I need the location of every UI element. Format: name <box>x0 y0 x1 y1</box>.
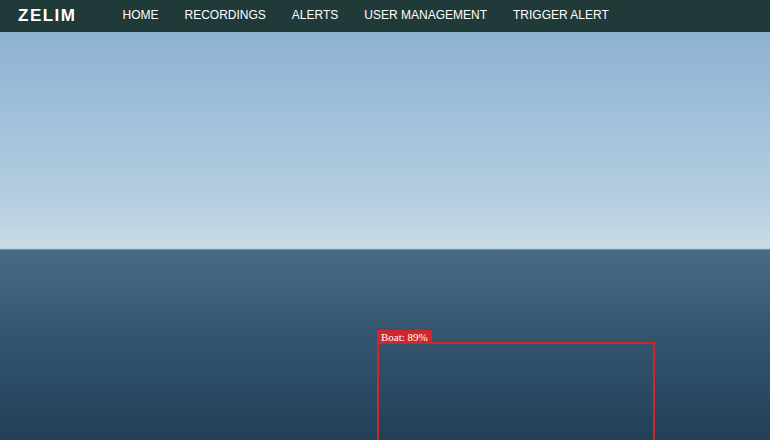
nav-item[interactable]: USER MANAGEMENT <box>364 0 487 32</box>
detection-box: Boat: 89% <box>377 342 655 440</box>
top-bar: ZELIM HOME RECORDINGS ALERTS USER MANAGEMENT… <box>0 0 770 32</box>
zelim-logo[interactable]: ZELIM <box>18 6 77 26</box>
nav-item[interactable]: HOME <box>123 0 159 32</box>
nav-item[interactable]: ALERTS <box>292 0 338 32</box>
main-nav: HOME RECORDINGS ALERTS USER MANAGEMENT TRIGG… <box>123 0 609 32</box>
camera-feed: Boat: 89% <box>0 32 770 440</box>
nav-item[interactable]: TRIGGER ALERT <box>513 0 609 32</box>
detection-label: Boat: 89% <box>377 330 432 344</box>
app-page: ZELIM HOME RECORDINGS ALERTS USER MANAGEMENT… <box>0 0 770 440</box>
nav-item[interactable]: RECORDINGS <box>185 0 266 32</box>
